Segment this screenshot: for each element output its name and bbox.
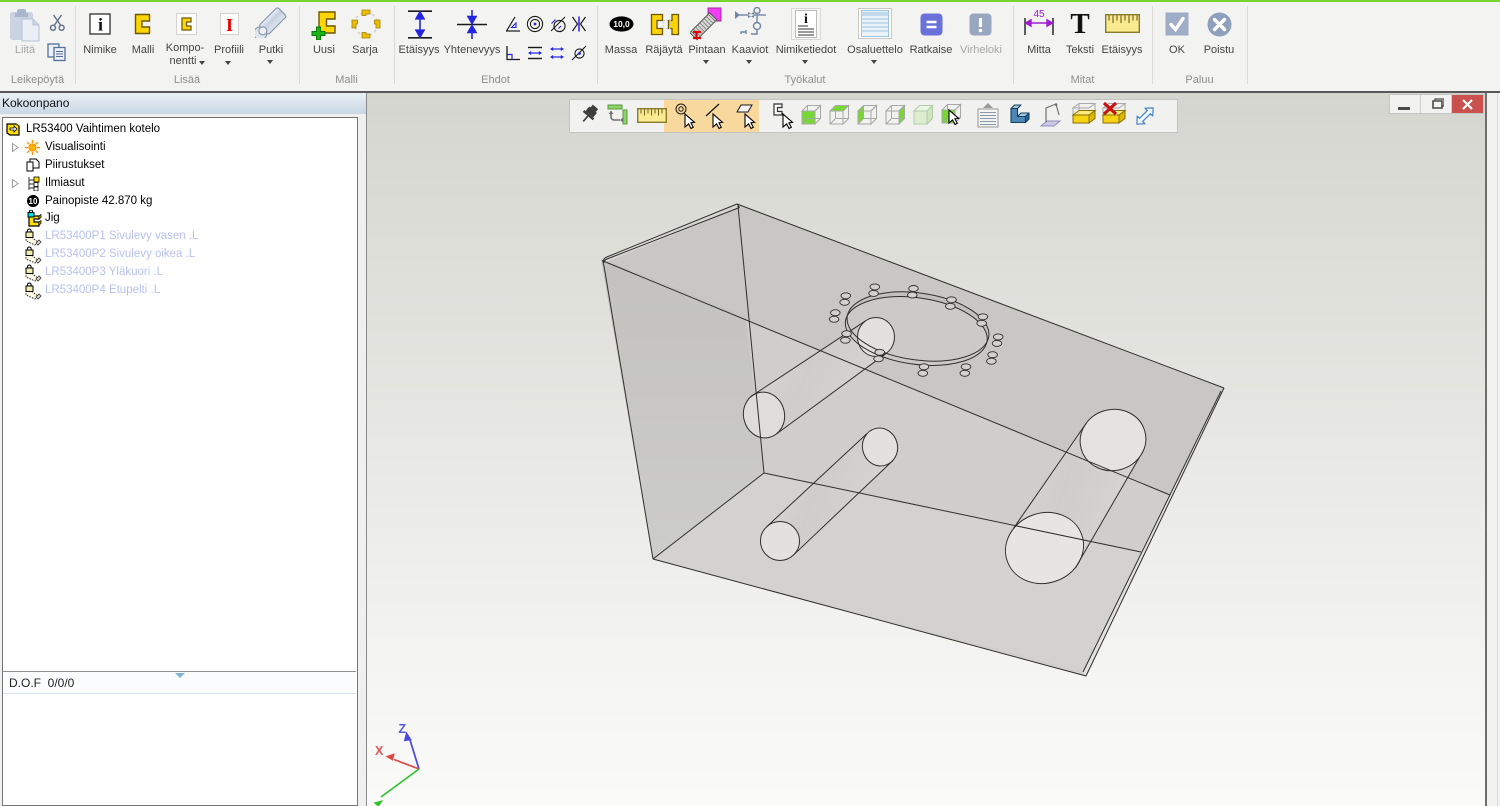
svg-text:I: I (226, 15, 233, 35)
svg-text:Z: Z (399, 722, 407, 736)
svg-text:10,0: 10,0 (613, 19, 630, 29)
svg-text:45: 45 (1033, 9, 1045, 20)
svg-text:i: i (804, 12, 808, 27)
svg-text:i: i (98, 15, 103, 35)
svg-text:X: X (375, 744, 384, 758)
svg-text:10: 10 (29, 197, 38, 206)
